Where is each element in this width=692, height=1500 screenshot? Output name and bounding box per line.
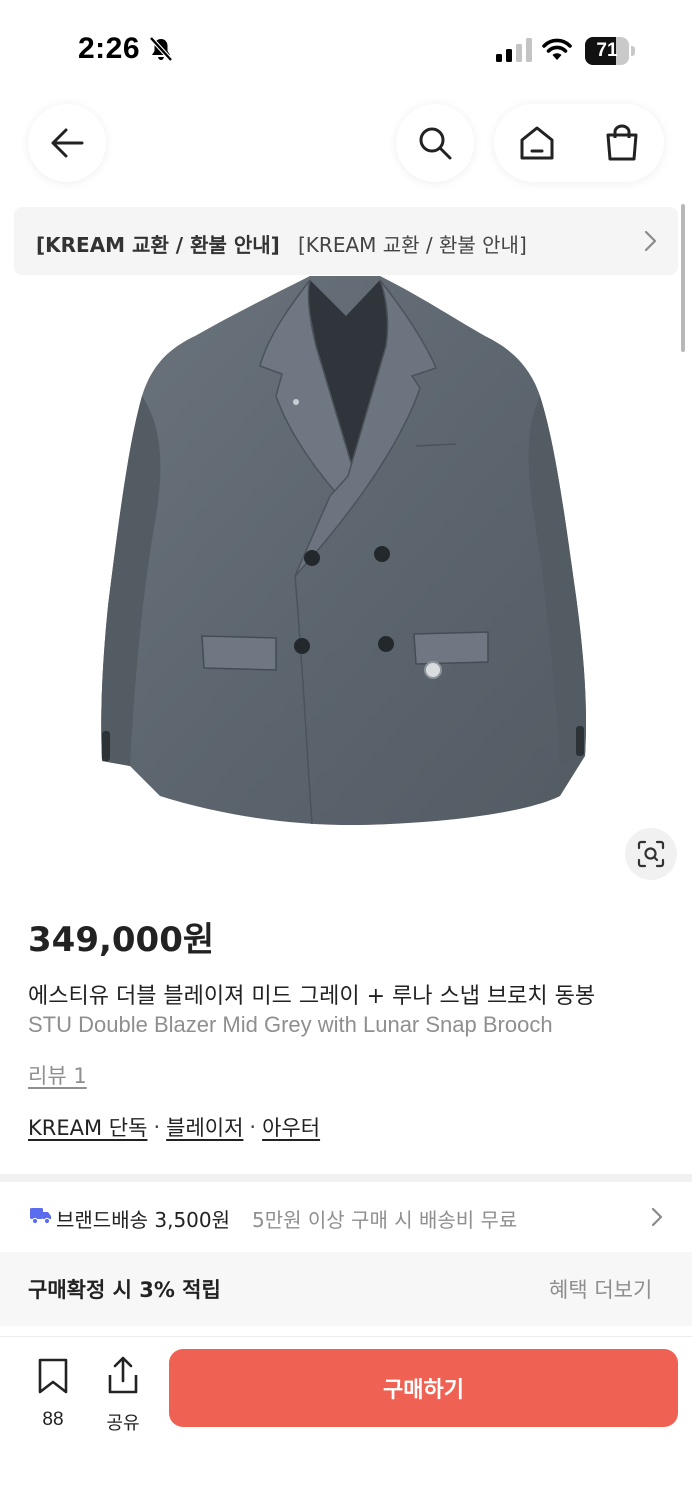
bookmark-icon	[38, 1358, 68, 1394]
tag-outer[interactable]: 아우터	[262, 1112, 320, 1142]
truck-icon	[30, 1208, 51, 1224]
category-tags: KREAM 단독 · 블레이저 · 아우터	[28, 1112, 320, 1142]
bottom-action-bar: 88 공유 구매하기	[0, 1336, 692, 1500]
share-icon	[108, 1356, 138, 1394]
share-button[interactable]: 공유	[100, 1353, 146, 1434]
notice-text: [KREAM 교환 / 환불 안내]	[298, 233, 527, 257]
battery-percent: 71	[596, 40, 618, 61]
home-icon	[520, 126, 553, 160]
battery-indicator: 71	[585, 37, 635, 65]
image-search-button[interactable]	[625, 828, 677, 880]
exchange-refund-notice[interactable]: [KREAM 교환 / 환불 안내] [KREAM 교환 / 환불 안내]	[14, 207, 678, 275]
buy-button[interactable]: 구매하기	[169, 1349, 678, 1427]
home-button[interactable]	[494, 104, 579, 182]
shipping-info-row[interactable]: 브랜드배송 3,500원 5만원 이상 구매 시 배송비 무료	[0, 1182, 692, 1252]
more-benefits-link[interactable]: 혜택 더보기	[549, 1274, 652, 1304]
tag-blazer[interactable]: 블레이저	[166, 1112, 243, 1142]
bookmark-button[interactable]: 88	[30, 1353, 76, 1430]
benefit-row: 구매확정 시 3% 적립 혜택 더보기	[0, 1252, 692, 1326]
signal-icon	[496, 38, 532, 62]
product-name-english: STU Double Blazer Mid Grey with Lunar Sn…	[28, 1012, 553, 1037]
points-benefit: 구매확정 시 3% 적립	[28, 1278, 221, 1302]
section-divider	[0, 1174, 692, 1182]
bookmark-count: 88	[42, 1409, 64, 1430]
search-icon	[419, 127, 452, 160]
nav-pill	[494, 104, 664, 182]
status-bar: 2:26 71	[0, 0, 692, 100]
chevron-right-icon	[651, 1207, 663, 1227]
wifi-icon	[542, 38, 572, 60]
free-shipping-note: 5만원 이상 구매 시 배송비 무료	[252, 1208, 518, 1232]
lens-scan-icon	[637, 840, 665, 868]
notice-title: [KREAM 교환 / 환불 안내]	[36, 233, 280, 257]
search-button[interactable]	[396, 104, 474, 182]
bell-off-icon	[149, 36, 173, 62]
product-image	[101, 276, 586, 826]
scrollbar[interactable]	[681, 204, 685, 352]
chevron-right-icon	[644, 230, 657, 252]
tag-separator: ·	[249, 1115, 257, 1139]
back-arrow-icon	[51, 128, 84, 158]
status-time: 2:26	[78, 32, 141, 65]
shipping-fee: 브랜드배송 3,500원	[56, 1208, 231, 1232]
product-price: 349,000원	[28, 920, 215, 960]
review-link[interactable]: 리뷰 1	[28, 1060, 87, 1090]
back-button[interactable]	[28, 104, 106, 182]
tag-kream-exclusive[interactable]: KREAM 단독	[28, 1112, 147, 1142]
tag-separator: ·	[153, 1115, 161, 1139]
product-name-korean: 에스티유 더블 블레이져 미드 그레이 + 루나 스냅 브로치 동봉	[28, 984, 596, 1009]
shopping-bag-icon	[606, 124, 637, 161]
shopping-bag-button[interactable]	[579, 104, 664, 182]
share-label: 공유	[106, 1413, 140, 1434]
